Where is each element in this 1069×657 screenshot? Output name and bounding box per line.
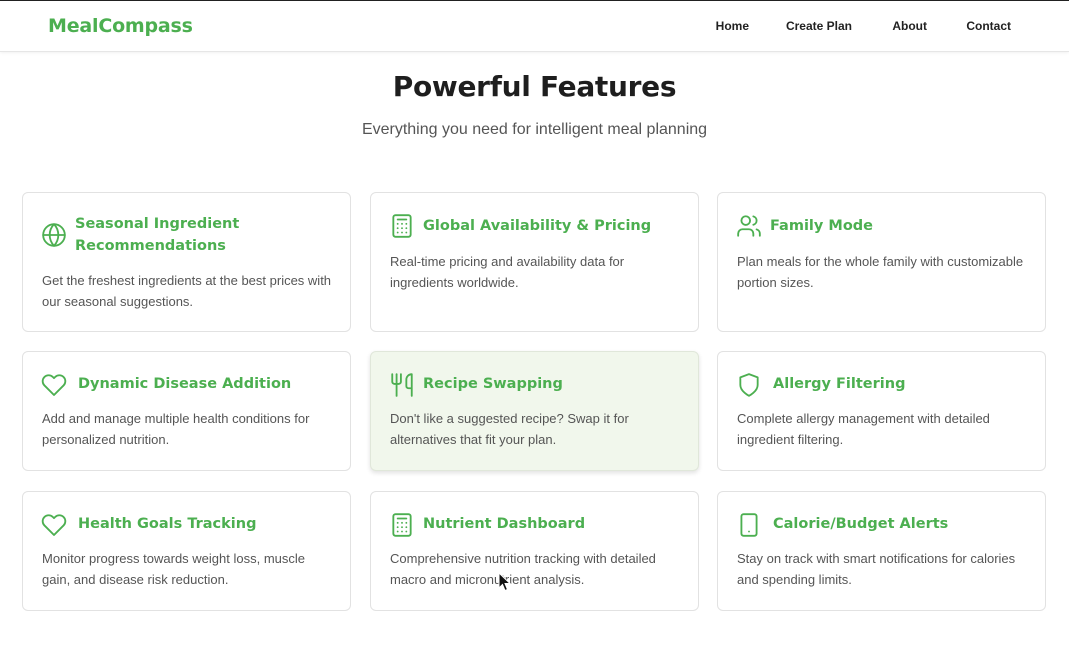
feature-description: Stay on track with smart notifications f… (737, 551, 1016, 587)
nav-link-about[interactable]: About (892, 19, 927, 33)
feature-description: Get the freshest ingredients at the best… (42, 273, 332, 309)
nav-link-contact[interactable]: Contact (966, 19, 1011, 33)
smartphone-icon (736, 512, 762, 538)
feature-title: Health Goals Tracking (78, 516, 257, 532)
feature-card-seasonal-ingredients[interactable]: Seasonal Ingredient Recommendations Get … (22, 192, 351, 332)
feature-title: Seasonal Ingredient Recommendations (75, 216, 240, 254)
feature-description: Monitor progress towards weight loss, mu… (42, 551, 305, 587)
feature-card-global-pricing[interactable]: Global Availability & Pricing Real-time … (370, 192, 699, 332)
feature-title: Calorie/Budget Alerts (773, 516, 949, 532)
feature-title: Global Availability & Pricing (423, 218, 652, 234)
nav-link-create-plan[interactable]: Create Plan (786, 19, 852, 33)
shield-icon (736, 372, 762, 398)
feature-card-health-goals[interactable]: Health Goals Tracking Monitor progress t… (22, 491, 351, 611)
utensils-icon (389, 372, 415, 398)
feature-card-family-mode[interactable]: Family Mode Plan meals for the whole fam… (717, 192, 1046, 332)
feature-description: Add and manage multiple health condition… (42, 411, 310, 447)
feature-card-calorie-budget-alerts[interactable]: Calorie/Budget Alerts Stay on track with… (717, 491, 1046, 611)
feature-title: Recipe Swapping (423, 376, 563, 392)
feature-description: Real-time pricing and availability data … (390, 254, 625, 290)
feature-title: Allergy Filtering (773, 376, 906, 392)
heart-icon (41, 512, 67, 538)
page-title: Powerful Features (392, 70, 677, 103)
feature-description: Comprehensive nutrition tracking with de… (390, 551, 656, 587)
feature-description: Plan meals for the whole family with cus… (737, 254, 1024, 290)
nav-link-home[interactable]: Home (716, 19, 749, 33)
calculator-icon (389, 512, 415, 538)
feature-title: Dynamic Disease Addition (78, 376, 292, 392)
feature-card-allergy-filtering[interactable]: Allergy Filtering Complete allergy manag… (717, 351, 1046, 471)
calculator-icon (389, 213, 415, 239)
feature-title: Nutrient Dashboard (423, 516, 586, 532)
mouse-cursor-icon (498, 571, 512, 592)
feature-title: Family Mode (770, 218, 873, 234)
feature-description: Complete allergy management with detaile… (737, 411, 990, 447)
feature-card-nutrient-dashboard[interactable]: Nutrient Dashboard Comprehensive nutriti… (370, 491, 699, 611)
feature-card-dynamic-disease[interactable]: Dynamic Disease Addition Add and manage … (22, 351, 351, 471)
brand-logo[interactable]: MealCompass (48, 15, 193, 37)
navbar: MealCompass Home Create Plan About Conta… (0, 1, 1069, 52)
globe-icon (41, 222, 67, 248)
page-subtitle: Everything you need for intelligent meal… (361, 121, 708, 138)
feature-description: Don't like a suggested recipe? Swap it f… (390, 411, 629, 447)
feature-card-recipe-swapping[interactable]: Recipe Swapping Don't like a suggested r… (370, 351, 699, 471)
users-icon (736, 213, 762, 239)
heart-icon (41, 372, 67, 398)
